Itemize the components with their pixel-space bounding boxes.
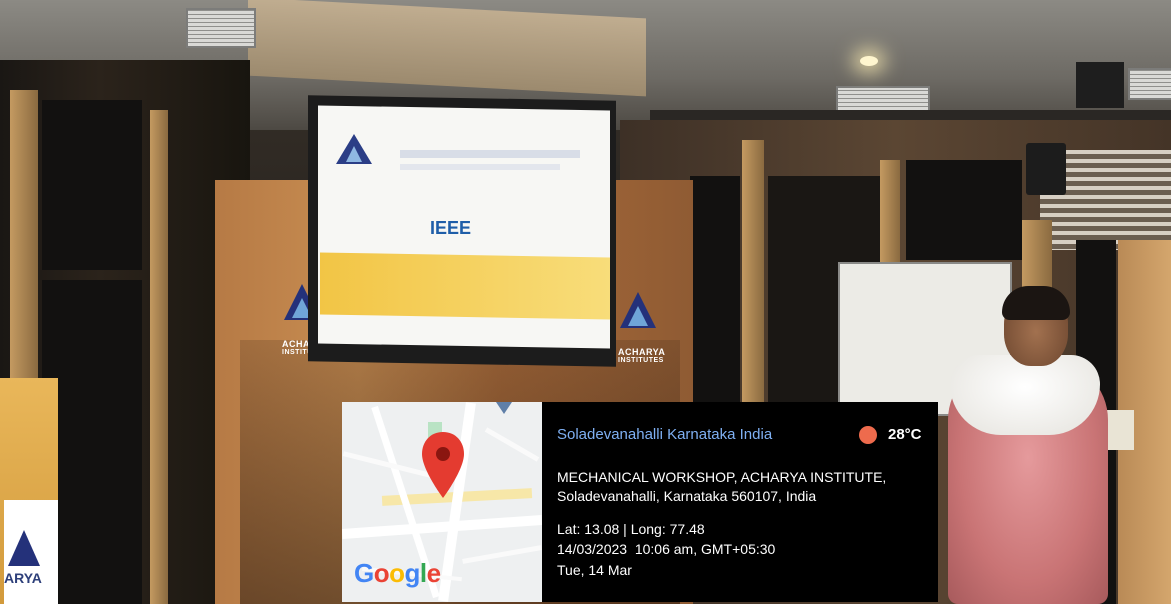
map-direction-marker-icon [496,402,512,414]
wall-panel [690,176,740,406]
coordinates: Lat: 13.08 | Long: 77.48 [557,521,705,537]
wall-pillar [10,90,38,380]
wall-pillar [880,160,900,270]
wall-speaker [1026,143,1066,195]
datetime: 14/03/2023 10:06 am, GMT+05:30 [557,541,776,557]
slide-title [400,150,580,158]
photo-scene: ACHARYA INSTITUTES ACHARYA INSTITUTES IE… [0,0,1171,604]
banner-logo: ACHARYA INSTITUTES [618,290,666,364]
slide-banner [320,252,610,320]
day: Tue, 14 Mar [557,562,632,578]
standee-logo-icon [8,530,40,566]
temperature: 28°C [888,426,922,443]
location-pin-icon [422,432,464,498]
weather-dot-icon [859,426,877,444]
wall-speaker [1076,62,1124,108]
banner-logo-text: ACHARYA [618,347,666,357]
map-road [484,427,540,462]
person-scarf [950,355,1100,435]
banner-logo-subtext: INSTITUTES [618,357,664,364]
wall-panel [42,100,142,270]
standee-text: ARYA [4,570,42,586]
air-vent [1128,68,1171,100]
wall-pillar [150,110,168,604]
slide-logo-icon [336,134,372,164]
ceiling-light [860,56,878,66]
map-road [462,545,542,564]
acharya-logo-icon [620,292,656,328]
geotag-map: Google [342,402,542,602]
slide-ieee-logo: IEEE [430,218,472,238]
google-logo: Google [354,558,441,588]
map-road [342,515,542,539]
slide-subtitle [400,164,560,170]
wall-panel [906,160,1022,260]
address-line-2: Soladevanahalli, Karnataka 560107, India [557,488,817,504]
wall-pillar [742,140,764,430]
person-hair [1002,286,1070,320]
location-title: Soladevanahalli Karnataka India [557,426,773,443]
address-line-1: MECHANICAL WORKSHOP, ACHARYA INSTITUTE, [557,469,887,485]
air-vent [186,8,256,48]
geotag-info-panel: Soladevanahalli Karnataka India 28°C MEC… [542,402,938,602]
